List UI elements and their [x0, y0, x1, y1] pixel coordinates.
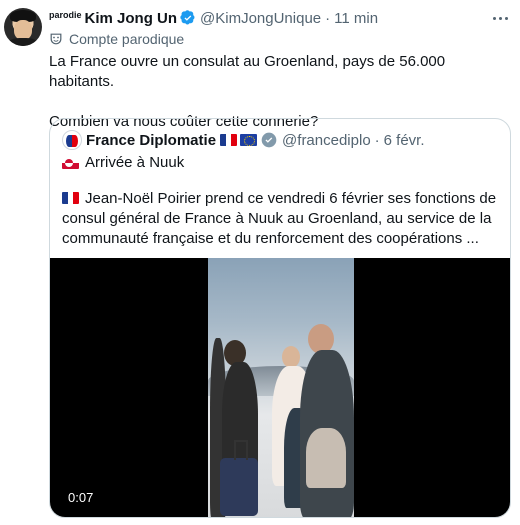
quoted-arrival-line: Arrivée à Nuuk [62, 153, 184, 173]
quoted-handle[interactable]: @francediplo [282, 132, 371, 149]
quoted-timestamp[interactable]: 6 févr. [384, 132, 425, 149]
avatar[interactable] [4, 8, 42, 46]
eu-flag-icon [240, 134, 258, 146]
greenland-flag-icon [62, 157, 79, 169]
tweet-text-line1: La France ouvre un consulat au Groenland… [49, 53, 446, 90]
parody-tag: parodie [49, 10, 82, 20]
verified-badge-icon[interactable] [180, 10, 196, 26]
quoted-tweet[interactable]: France Diplomatie @francediplo · 6 févr.… [49, 118, 511, 518]
parody-label: Compte parodique [49, 31, 184, 47]
suitcase [220, 440, 258, 516]
quoted-body-text: Jean-Noël Poirier prend ce vendredi 6 fé… [62, 190, 497, 247]
timestamp[interactable]: 11 min [334, 10, 378, 27]
quoted-body: Jean-Noël Poirier prend ce vendredi 6 fé… [62, 189, 502, 249]
government-badge-icon[interactable] [261, 132, 277, 148]
quoted-separator-dot: · [374, 131, 380, 149]
video-frame [208, 258, 354, 517]
display-name[interactable]: Kim Jong Un [85, 10, 178, 27]
video-duration: 0:07 [68, 490, 94, 505]
quoted-arrival-text: Arrivée à Nuuk [85, 154, 185, 171]
france-flag-icon [220, 134, 238, 146]
parody-label-text: Compte parodique [69, 31, 185, 47]
parody-mask-icon [50, 33, 62, 45]
tweet[interactable]: parodie Kim Jong Un @KimJongUnique · 11 … [0, 0, 520, 525]
quoted-header: France Diplomatie @francediplo · 6 févr. [62, 130, 425, 150]
quoted-display-name[interactable]: France Diplomatie [86, 132, 216, 149]
handle[interactable]: @KimJongUnique [200, 10, 321, 27]
tweet-header: parodie Kim Jong Un @KimJongUnique · 11 … [49, 9, 378, 27]
quoted-avatar[interactable] [62, 130, 82, 150]
separator-dot: · [325, 9, 331, 27]
more-icon[interactable] [490, 8, 510, 28]
france-flag-icon [62, 192, 79, 204]
video-player[interactable]: 0:07 [50, 258, 510, 517]
